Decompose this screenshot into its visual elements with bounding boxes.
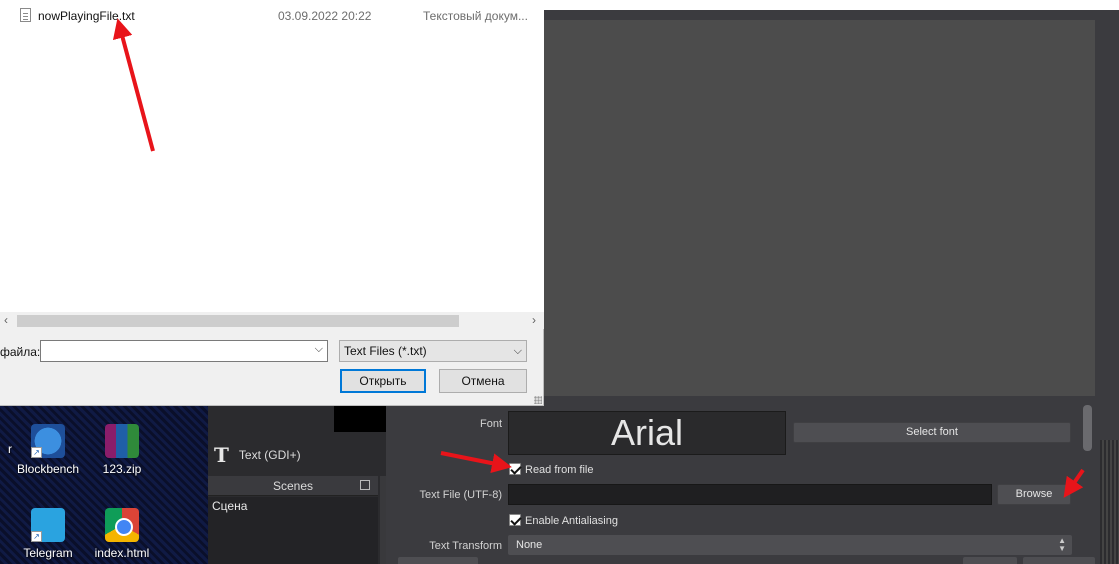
chrome-icon [105, 508, 139, 542]
file-type: Текстовый докум... [423, 9, 528, 23]
properties-scrollbar[interactable] [1083, 405, 1092, 451]
antialiasing-label: Enable Antialiasing [525, 515, 618, 527]
text-file-label: Text File (UTF-8) [419, 489, 503, 501]
open-file-dialog: nowPlayingFile.txt 03.09.2022 20:22 Текс… [0, 0, 544, 406]
desktop-icon-blockbench[interactable]: ↗ Blockbench [8, 424, 88, 476]
undock-icon[interactable] [360, 480, 370, 490]
shortcut-arrow-icon: ↗ [31, 447, 42, 458]
source-name: Text (GDI+) [238, 448, 301, 462]
bottom-button-stub[interactable] [398, 557, 478, 564]
text-file-path-input[interactable] [508, 484, 992, 505]
select-font-button[interactable]: Select font [793, 422, 1071, 443]
filename-input[interactable]: ⌵ [40, 340, 328, 362]
font-preview: Arial [508, 411, 786, 455]
cancel-button[interactable]: Отмена [439, 369, 527, 393]
blockbench-icon: ↗ [31, 424, 65, 458]
file-date: 03.09.2022 20:22 [278, 9, 372, 23]
obs-background-edge [1100, 440, 1119, 564]
desktop-icon-label: 123.zip [102, 462, 142, 476]
chevron-down-icon[interactable]: ⌵ [315, 343, 323, 356]
file-row[interactable]: nowPlayingFile.txt 03.09.2022 20:22 Текс… [20, 8, 532, 24]
filename-label: файла: [0, 345, 41, 359]
desktop-icon-123-zip[interactable]: 123.zip [82, 424, 162, 476]
text-file-icon [20, 8, 31, 22]
file-type-filter-select[interactable]: Text Files (*.txt) ⌵ [339, 340, 527, 362]
resize-grip-icon[interactable] [534, 396, 542, 404]
text-source-icon: T [214, 443, 229, 467]
scrollbar-thumb[interactable] [17, 315, 459, 327]
desktop-icon-index-html[interactable]: index.html [82, 508, 162, 560]
obs-title-strip [544, 0, 1119, 10]
obs-preview-fragment [334, 404, 386, 432]
chevron-down-icon: ⌵ [513, 345, 522, 357]
text-transform-value: None [516, 539, 543, 551]
source-item-text-gdi[interactable]: T Text (GDI+) [208, 440, 386, 470]
desktop-icon-label: Telegram [23, 546, 73, 560]
scroll-right-icon[interactable]: › [532, 313, 536, 327]
file-list: nowPlayingFile.txt 03.09.2022 20:22 Текс… [0, 0, 544, 312]
desktop-icon-telegram[interactable]: ↗ Telegram [8, 508, 88, 560]
scenes-dock-title: Scenes [272, 478, 314, 493]
scene-item[interactable]: Сцена [208, 497, 378, 515]
source-preview [544, 20, 1095, 396]
browse-button[interactable]: Browse [997, 484, 1071, 505]
read-from-file-label: Read from file [525, 464, 594, 476]
scenes-dock-header: Scenes [208, 476, 378, 496]
shortcut-arrow-icon: ↗ [31, 531, 42, 542]
scenes-list [208, 515, 378, 564]
antialiasing-checkbox[interactable] [509, 514, 521, 526]
bottom-button-stub[interactable] [963, 557, 1017, 564]
read-from-file-checkbox[interactable] [509, 463, 521, 475]
open-button[interactable]: Открыть [340, 369, 426, 393]
text-transform-select[interactable]: None ▲ ▼ [508, 535, 1072, 555]
desktop-background: r ↗ Blockbench 123.zip ↗ Telegram index.… [0, 404, 208, 564]
file-list-hscrollbar[interactable]: ‹ › [0, 312, 544, 329]
desktop-icon-label: Blockbench [16, 462, 80, 476]
font-label: Font [479, 418, 502, 430]
updown-icon: ▲ ▼ [1058, 536, 1066, 553]
bottom-button-stub[interactable] [1023, 557, 1095, 564]
text-transform-label: Text Transform [429, 540, 502, 552]
desktop-icon-label: index.html [94, 546, 150, 560]
telegram-icon: ↗ [31, 508, 65, 542]
filter-value: Text Files (*.txt) [344, 344, 427, 358]
winrar-archive-icon [105, 424, 139, 458]
scroll-left-icon[interactable]: ‹ [4, 313, 8, 327]
file-name: nowPlayingFile.txt [38, 9, 135, 23]
